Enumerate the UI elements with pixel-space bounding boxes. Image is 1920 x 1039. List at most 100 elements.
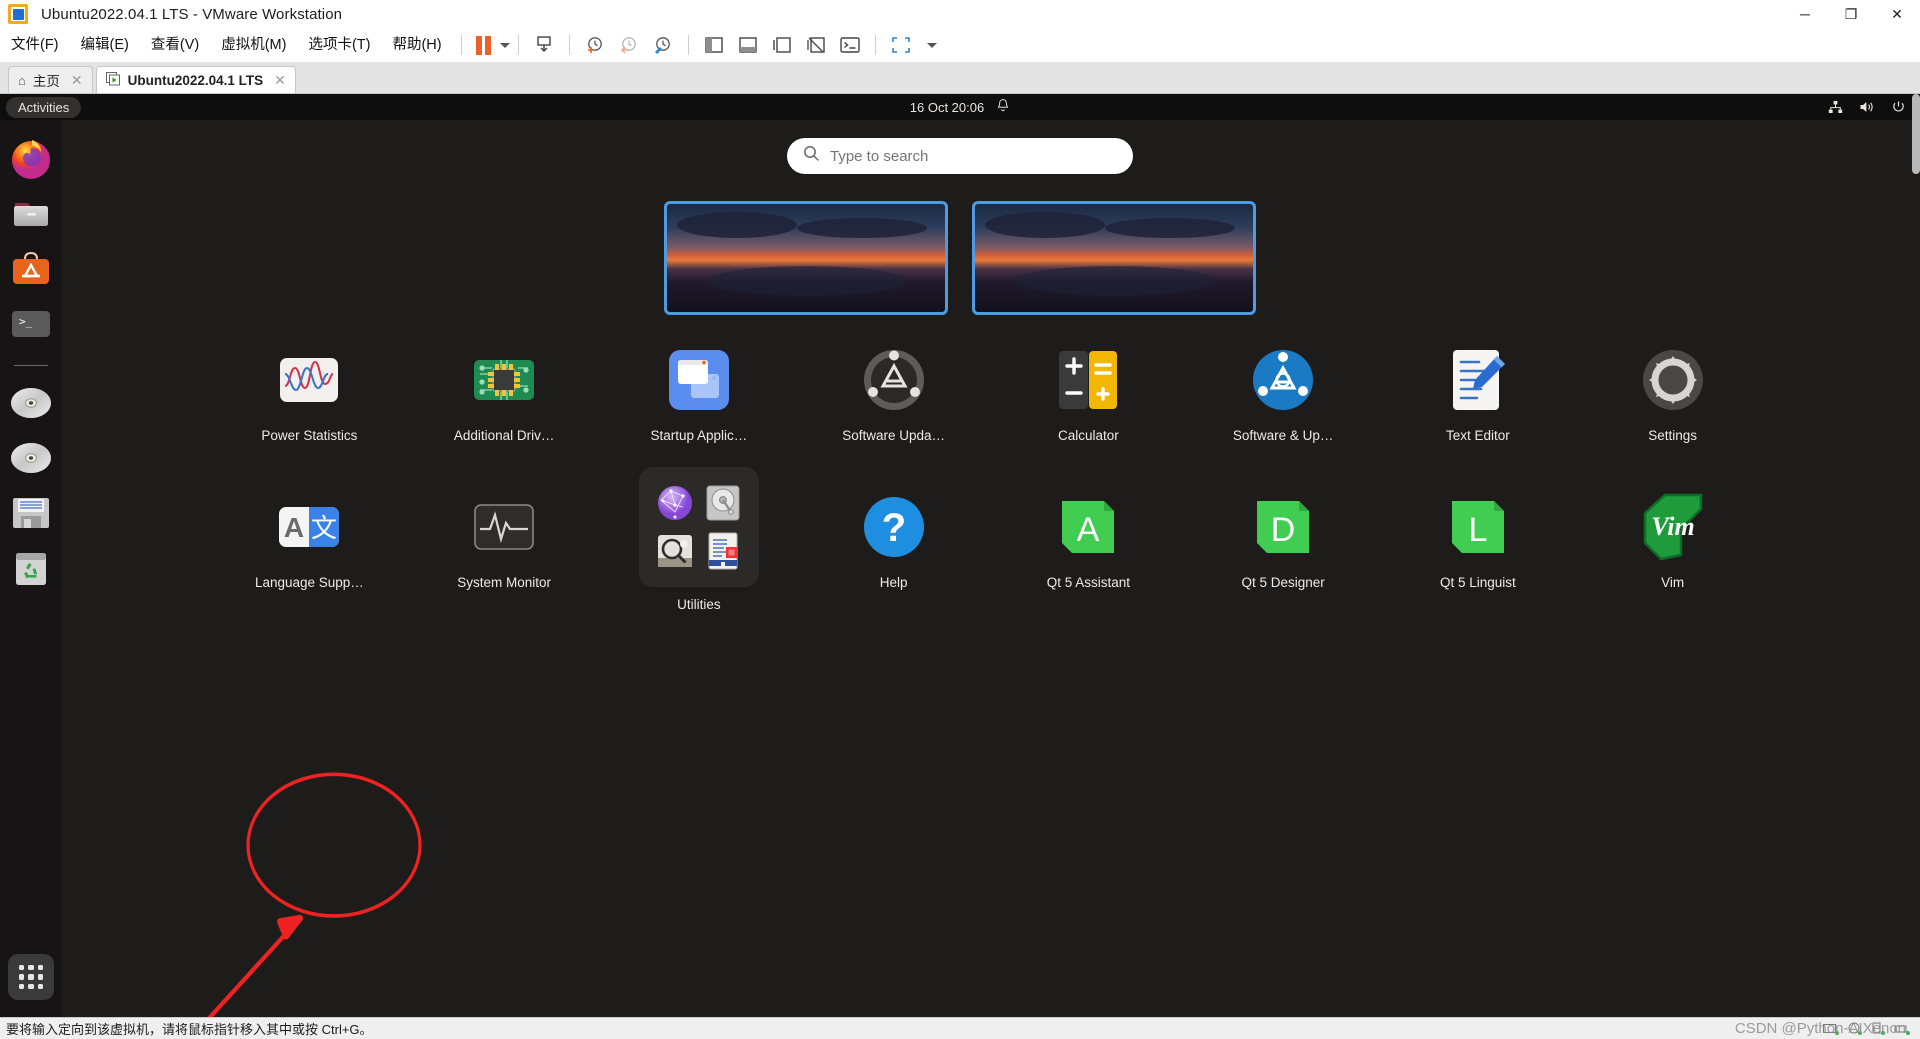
svg-text:?: ? — [881, 506, 905, 550]
vmware-icon — [8, 4, 28, 24]
workspace-switcher — [0, 201, 1920, 315]
vmware-titlebar: Ubuntu2022.04.1 LTS - VMware Workstation… — [0, 0, 1920, 28]
app-label: Vim — [1661, 575, 1685, 590]
watermark: CSDN @Python-AIXenon — [1734, 1020, 1906, 1037]
toolbar-divider — [687, 35, 689, 55]
app-folder-utilities[interactable]: Utilities — [602, 467, 797, 612]
workspace-thumbnail-2[interactable] — [972, 201, 1256, 315]
app-software-updater[interactable]: Software Upda… — [796, 344, 991, 443]
app-label: Utilities — [677, 597, 721, 612]
snapshot-revert-icon[interactable] — [612, 33, 646, 57]
app-label: Qt 5 Linguist — [1439, 575, 1516, 590]
app-label: Power Statistics — [261, 428, 358, 443]
home-icon: ⌂ — [18, 72, 26, 88]
menu-help[interactable]: 帮助(H) — [381, 28, 452, 62]
app-qt5-linguist[interactable]: L Qt 5 Linguist — [1381, 491, 1576, 612]
app-calculator[interactable]: Calculator — [991, 344, 1186, 443]
close-button[interactable]: ✕ — [1874, 0, 1920, 28]
window-title: Ubuntu2022.04.1 LTS - VMware Workstation — [41, 5, 343, 23]
search-icon — [803, 145, 820, 167]
snapshot-take-icon[interactable] — [578, 33, 612, 57]
vmware-menubar: 文件(F) 编辑(E) 查看(V) 虚拟机(M) 选项卡(T) 帮助(H) — [0, 28, 1920, 62]
vm-running-icon — [105, 71, 121, 89]
qt5-designer-icon: D — [1247, 491, 1319, 563]
app-label: Additional Driv… — [453, 428, 555, 443]
app-startup-applications[interactable]: Startup Applic… — [602, 344, 797, 443]
system-monitor-icon — [468, 491, 540, 563]
app-software-and-updates[interactable]: Software & Up… — [1186, 344, 1381, 443]
tab-ubuntu-vm-close-icon[interactable]: ✕ — [274, 72, 286, 89]
show-applications-button[interactable] — [8, 954, 54, 1000]
text-editor-icon — [1442, 344, 1514, 416]
screen: Ubuntu2022.04.1 LTS - VMware Workstation… — [0, 0, 1920, 1039]
annotation-arrow-head — [277, 914, 303, 940]
startup-applications-icon — [663, 344, 735, 416]
show-thumbnail-icon[interactable] — [765, 33, 799, 57]
software-and-updates-icon — [1247, 344, 1319, 416]
language-support-icon: A 文 — [273, 491, 345, 563]
pause-icon[interactable] — [475, 35, 491, 55]
folder-utilities-icon[interactable] — [638, 467, 759, 587]
app-language-support[interactable]: A 文 Language Supp… — [212, 491, 407, 612]
toolbar-divider — [517, 35, 519, 55]
menu-file[interactable]: 文件(F) — [0, 28, 70, 62]
minimize-button[interactable]: ─ — [1782, 0, 1828, 28]
app-label: Qt 5 Designer — [1241, 575, 1325, 590]
app-text-editor[interactable]: Text Editor — [1381, 344, 1576, 443]
svg-text:Vim: Vim — [1651, 512, 1694, 541]
toolbar-divider — [874, 35, 876, 55]
volume-icon — [1859, 100, 1875, 114]
dock-item-disc-1[interactable] — [8, 380, 54, 426]
search-area — [0, 138, 1920, 174]
system-status-area[interactable] — [1828, 94, 1906, 120]
dock-item-trash[interactable] — [8, 545, 54, 591]
qt5-linguist-icon: L — [1442, 491, 1514, 563]
app-vim[interactable]: Vim Vim — [1575, 491, 1770, 612]
fullscreen-dropdown-icon[interactable] — [926, 42, 937, 48]
tab-ubuntu-vm[interactable]: Ubuntu2022.04.1 LTS ✕ — [95, 66, 296, 93]
network-icon — [1828, 100, 1843, 114]
hide-thumbnail-icon[interactable] — [799, 33, 833, 57]
tab-home-label: 主页 — [32, 74, 60, 89]
app-system-monitor[interactable]: System Monitor — [407, 491, 602, 612]
help-icon: ? — [858, 491, 930, 563]
console-view-icon[interactable] — [833, 33, 867, 57]
app-additional-drivers[interactable]: Additional Driv… — [407, 344, 602, 443]
chevron-down-icon[interactable] — [499, 42, 510, 48]
dock-item-disc-2[interactable] — [8, 435, 54, 481]
menu-tabs[interactable]: 选项卡(T) — [297, 28, 381, 62]
software-updater-icon — [858, 344, 930, 416]
vmware-statusbar: 要将输入定向到该虚拟机，请将鼠标指针移入其中或按 Ctrl+G。 CSDN @P… — [0, 1017, 1920, 1039]
app-power-statistics[interactable]: Power Statistics — [212, 344, 407, 443]
snapshot-manager-icon[interactable] — [646, 33, 680, 57]
maximize-button[interactable]: ❐ — [1828, 0, 1874, 28]
app-help[interactable]: ? Help — [796, 491, 991, 612]
annotation-arrow-line — [206, 916, 302, 1018]
folder-mini-icon-disks — [706, 485, 740, 521]
menu-vm[interactable]: 虚拟机(M) — [210, 28, 297, 62]
app-label: Settings — [1648, 428, 1698, 443]
search-box[interactable] — [787, 138, 1133, 174]
app-qt5-assistant[interactable]: A Qt 5 Assistant — [991, 491, 1186, 612]
search-input[interactable] — [830, 147, 1117, 165]
tab-home-close-icon[interactable]: ✕ — [71, 72, 83, 89]
menu-view[interactable]: 查看(V) — [140, 28, 210, 62]
fullscreen-icon[interactable] — [884, 33, 918, 57]
additional-drivers-icon — [468, 344, 540, 416]
clock-area[interactable]: 16 Oct 20:06 — [0, 94, 1920, 120]
vim-icon: Vim — [1637, 491, 1709, 563]
show-bottom-pane-icon[interactable] — [731, 33, 765, 57]
send-ctrl-alt-del-icon[interactable] — [527, 33, 561, 57]
dock-item-floppy[interactable] — [8, 490, 54, 536]
show-left-pane-icon[interactable] — [697, 33, 731, 57]
menu-edit[interactable]: 编辑(E) — [70, 28, 140, 62]
bell-icon — [996, 98, 1010, 116]
app-label: Qt 5 Assistant — [1046, 575, 1131, 590]
ubuntu-desktop: Activities 16 Oct 20:06 >_ Type to searc… — [0, 94, 1920, 1018]
tab-home[interactable]: ⌂ 主页 ✕ — [8, 66, 93, 93]
app-label: Text Editor — [1445, 428, 1510, 443]
workspace-thumbnail-1[interactable] — [664, 201, 948, 315]
app-settings[interactable]: Settings — [1575, 344, 1770, 443]
vertical-scrollbar[interactable] — [1912, 94, 1920, 174]
app-qt5-designer[interactable]: D Qt 5 Designer — [1186, 491, 1381, 612]
